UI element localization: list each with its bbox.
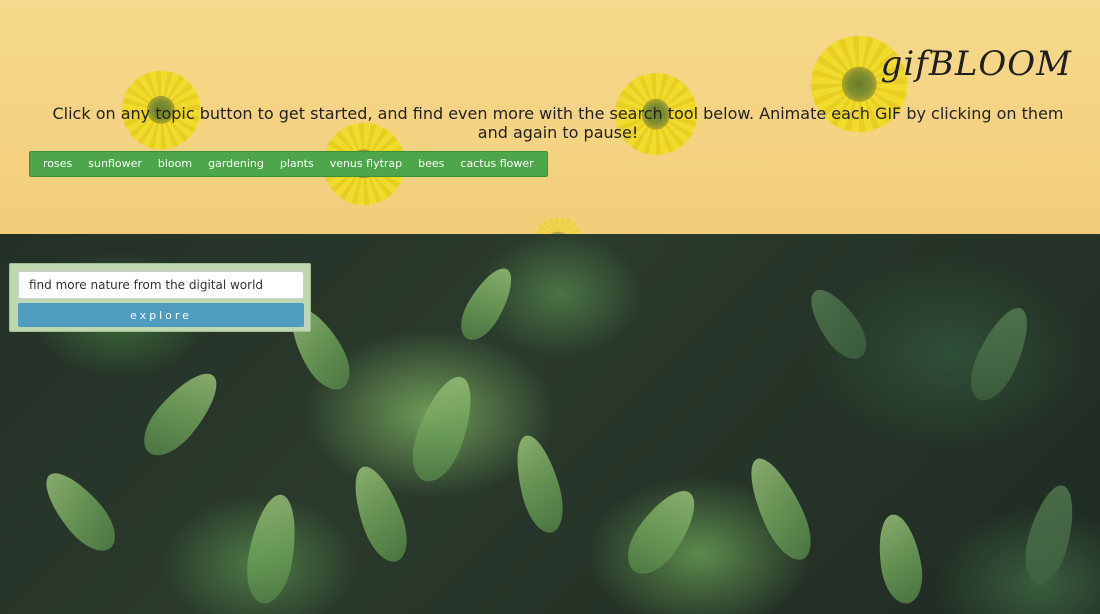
leaf-decoration: [507, 430, 571, 538]
topic-button-sunflower[interactable]: sunflower: [80, 152, 150, 176]
leaf-decoration: [344, 460, 416, 568]
leaf-decoration: [800, 280, 876, 368]
leaf-decoration: [616, 480, 708, 584]
flower-decoration: [528, 218, 588, 234]
search-input[interactable]: [18, 271, 304, 299]
header: gifBLOOM Click on any topic button to ge…: [0, 0, 1100, 234]
leaf-decoration: [960, 300, 1040, 408]
topic-button-plants[interactable]: plants: [272, 152, 322, 176]
topic-button-bloom[interactable]: bloom: [150, 152, 200, 176]
page: gifBLOOM Click on any topic button to ge…: [0, 0, 1100, 614]
instructions-text: Click on any topic button to get started…: [52, 104, 1064, 142]
leaf-decoration: [738, 450, 822, 568]
topic-button-bar: roses sunflower bloom gardening plants v…: [29, 151, 548, 177]
topic-button-gardening[interactable]: gardening: [200, 152, 272, 176]
leaf-decoration: [34, 462, 126, 561]
app-title: gifBLOOM: [880, 44, 1072, 84]
leaf-decoration: [402, 369, 484, 489]
topic-button-cactus-flower[interactable]: cactus flower: [452, 152, 541, 176]
leaf-decoration: [452, 260, 522, 348]
leaf-decoration: [1017, 480, 1083, 588]
topic-button-roses[interactable]: roses: [35, 152, 80, 176]
search-panel: explore: [9, 263, 311, 332]
leaf-decoration: [240, 491, 304, 607]
explore-button[interactable]: explore: [18, 303, 304, 327]
leaf-decoration: [872, 511, 928, 607]
leaf-decoration: [132, 362, 230, 466]
topic-button-venus-flytrap[interactable]: venus flytrap: [322, 152, 410, 176]
topic-button-bees[interactable]: bees: [410, 152, 452, 176]
